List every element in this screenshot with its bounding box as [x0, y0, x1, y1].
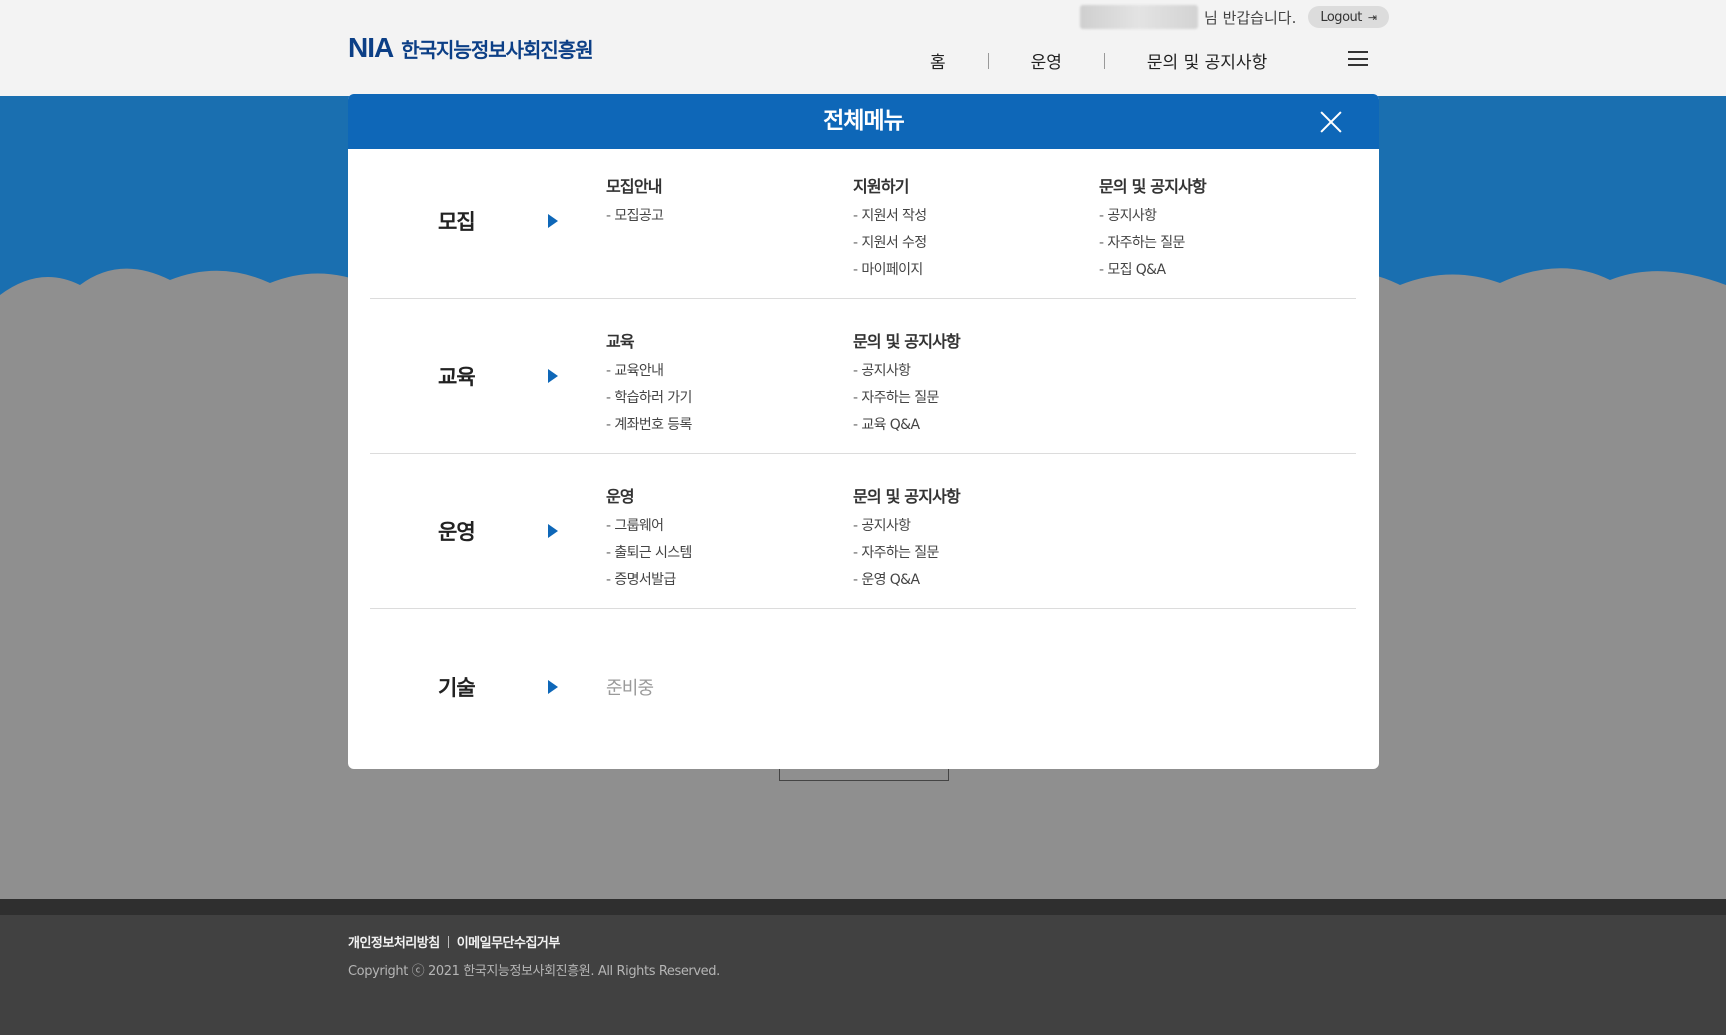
menu-group: 모집안내 모집공고 [606, 173, 664, 230]
menu-link[interactable]: 자주하는 질문 [853, 385, 960, 412]
nav-item-inquiry[interactable]: 문의 및 공지사항 [1147, 48, 1267, 73]
menu-group: 문의 및 공지사항 공지사항 자주하는 질문 교육 Q&A [853, 328, 961, 439]
menu-section-technology: 기술 준비중 [370, 614, 1356, 769]
menu-link[interactable]: 그룹웨어 [606, 513, 692, 540]
close-icon[interactable] [1319, 110, 1343, 134]
menu-section-education: 교육 교육 교육안내 학습하러 가기 계좌번호 등록 문의 및 공지사항 공지사… [370, 304, 1356, 454]
triangle-right-icon [548, 214, 558, 228]
menu-section-recruit: 모집 모집안내 모집공고 지원하기 지원서 작성 지원서 수정 마이페이지 문의… [370, 149, 1356, 299]
triangle-right-icon [548, 369, 558, 383]
logout-icon: ⇥ [1367, 10, 1377, 24]
menu-group: 문의 및 공지사항 공지사항 자주하는 질문 모집 Q&A [1099, 173, 1207, 284]
menu-link[interactable]: 증명서발급 [606, 567, 692, 594]
nav-item-operation[interactable]: 운영 [1031, 48, 1062, 73]
menu-link[interactable]: 학습하러 가기 [606, 385, 692, 412]
menu-link[interactable]: 출퇴근 시스템 [606, 540, 692, 567]
nav-divider [987, 52, 989, 69]
category-label[interactable]: 기술 [438, 672, 476, 702]
category-label[interactable]: 교육 [438, 361, 476, 391]
privacy-policy-link[interactable]: 개인정보처리방침 [348, 932, 440, 951]
menu-link[interactable]: 지원서 수정 [853, 230, 927, 257]
menu-link[interactable]: 마이페이지 [853, 257, 927, 284]
nav-item-home[interactable]: 홈 [930, 48, 946, 73]
modal-title: 전체메뉴 [823, 108, 905, 134]
menu-link[interactable]: 계좌번호 등록 [606, 412, 692, 439]
menu-link[interactable]: 교육안내 [606, 358, 692, 385]
logout-label: Logout [1320, 9, 1362, 25]
email-refusal-link[interactable]: 이메일무단수집거부 [457, 932, 561, 951]
greeting-text: 님 반갑습니다. [1204, 8, 1297, 27]
footer-top-bar [0, 899, 1726, 915]
group-title[interactable]: 교육 [606, 328, 692, 352]
menu-group: 지원하기 지원서 작성 지원서 수정 마이페이지 [853, 173, 927, 284]
site-logo[interactable]: NIA 한국지능정보사회진흥원 [348, 32, 594, 64]
footer-divider [447, 935, 449, 948]
category-label[interactable]: 운영 [438, 516, 476, 546]
menu-link[interactable]: 지원서 작성 [853, 203, 927, 230]
menu-section-operation: 운영 운영 그룹웨어 출퇴근 시스템 증명서발급 문의 및 공지사항 공지사항 … [370, 459, 1356, 609]
menu-link[interactable]: 공지사항 [853, 513, 960, 540]
triangle-right-icon [548, 524, 558, 538]
nav-divider [1103, 52, 1105, 69]
menu-link[interactable]: 자주하는 질문 [1099, 230, 1206, 257]
site-header: NIA 한국지능정보사회진흥원 님 반갑습니다. Logout ⇥ 홈 운영 문… [0, 0, 1726, 96]
group-title[interactable]: 운영 [606, 483, 692, 507]
menu-group: 운영 그룹웨어 출퇴근 시스템 증명서발급 [606, 483, 692, 594]
copyright-text: Copyright ⓒ 2021 한국지능정보사회진흥원. All Rights… [348, 964, 720, 979]
menu-link[interactable]: 자주하는 질문 [853, 540, 960, 567]
logo-mark: NIA [348, 32, 394, 63]
site-footer [0, 899, 1726, 1035]
menu-link[interactable]: 공지사항 [853, 358, 960, 385]
group-title[interactable]: 문의 및 공지사항 [853, 483, 961, 507]
menu-link[interactable]: 교육 Q&A [853, 412, 960, 439]
menu-link[interactable]: 모집공고 [606, 203, 664, 230]
user-greeting: 님 반갑습니다. Logout ⇥ [1080, 5, 1389, 29]
triangle-right-icon [548, 680, 558, 694]
full-menu-modal: 전체메뉴 모집 모집안내 모집공고 지원하기 지원서 작성 지원서 수정 마이페… [348, 94, 1379, 769]
modal-header: 전체메뉴 [348, 94, 1379, 149]
menu-link[interactable]: 모집 Q&A [1099, 257, 1206, 284]
category-label[interactable]: 모집 [438, 206, 476, 236]
group-title[interactable]: 문의 및 공지사항 [853, 328, 961, 352]
logo-text: 한국지능정보사회진흥원 [401, 37, 593, 62]
footer-links: 개인정보처리방침 이메일무단수집거부 [348, 932, 560, 951]
menu-link[interactable]: 운영 Q&A [853, 567, 960, 594]
menu-group: 교육 교육안내 학습하러 가기 계좌번호 등록 [606, 328, 692, 439]
group-title[interactable]: 지원하기 [853, 173, 927, 197]
menu-group: 문의 및 공지사항 공지사항 자주하는 질문 운영 Q&A [853, 483, 961, 594]
menu-link[interactable]: 공지사항 [1099, 203, 1206, 230]
hamburger-icon[interactable] [1348, 51, 1368, 66]
blurred-user-name [1080, 5, 1198, 29]
coming-soon-label: 준비중 [606, 678, 654, 699]
group-title[interactable]: 모집안내 [606, 173, 663, 197]
group-title[interactable]: 문의 및 공지사항 [1099, 173, 1207, 197]
logout-button[interactable]: Logout ⇥ [1308, 6, 1389, 28]
global-nav: 홈 운영 문의 및 공지사항 [930, 48, 1267, 73]
